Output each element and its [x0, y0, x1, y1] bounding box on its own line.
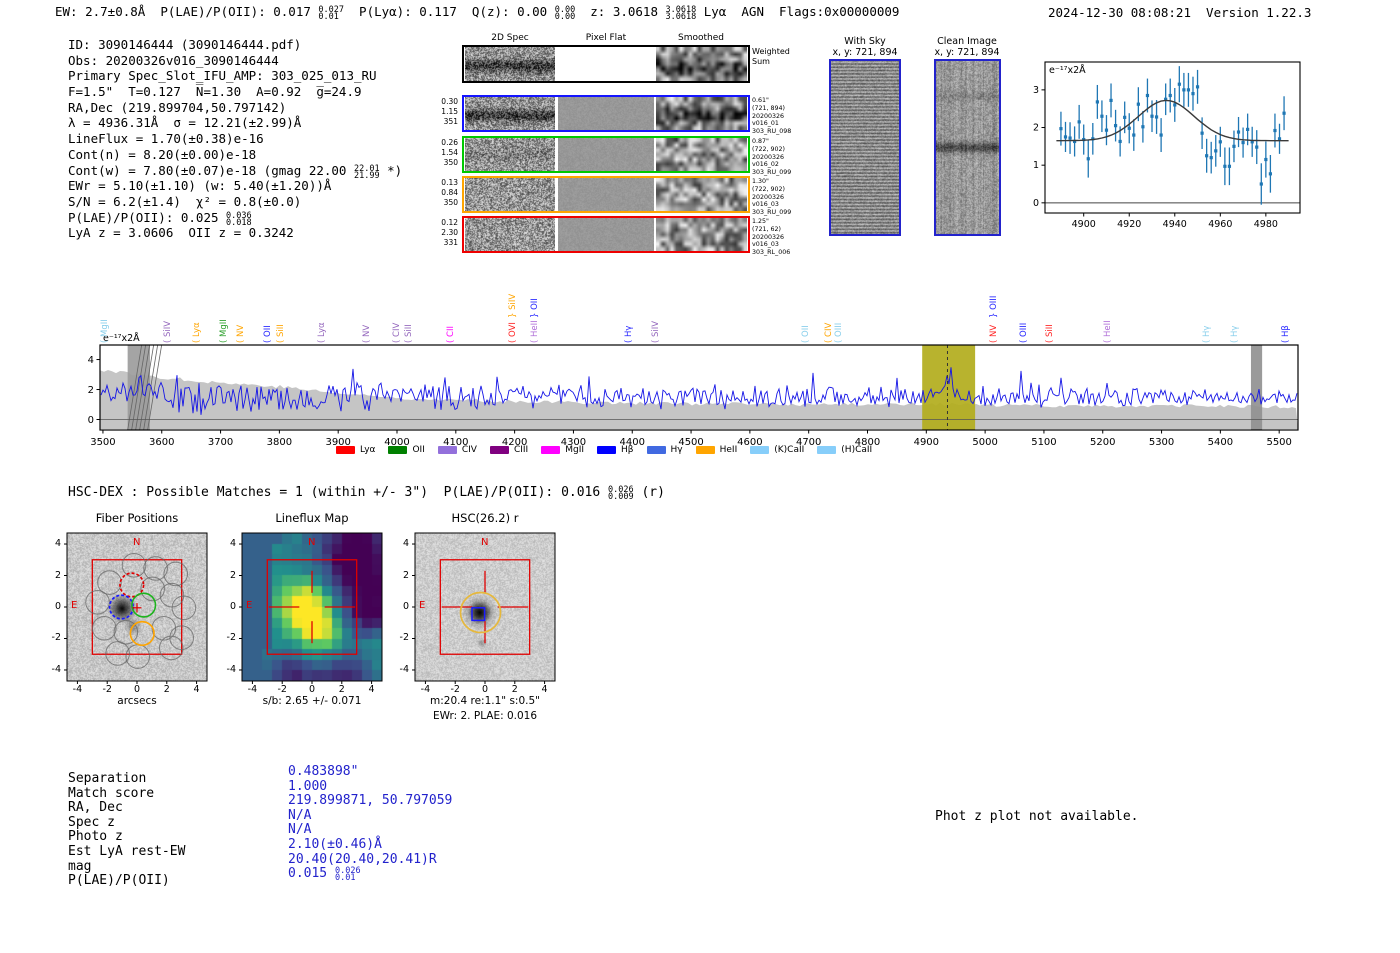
spec2d-row2-border: [462, 136, 750, 173]
spec2d-row4-border: [462, 216, 750, 253]
fiber-positions-image: [67, 533, 207, 681]
spec2d-row0-border: [462, 45, 750, 83]
raster-layer: [0, 0, 1400, 953]
withsky-border: [829, 59, 901, 236]
report-page: { "header": { "segments": [ {"t":"EW: 2.…: [0, 0, 1400, 953]
spec2d-row3-border: [462, 176, 750, 213]
spec2d-row1-border: [462, 95, 750, 132]
cleanimage-border: [934, 59, 1001, 236]
hsc-cutout-image: [415, 533, 555, 681]
lineflux-map-image: [242, 533, 382, 681]
